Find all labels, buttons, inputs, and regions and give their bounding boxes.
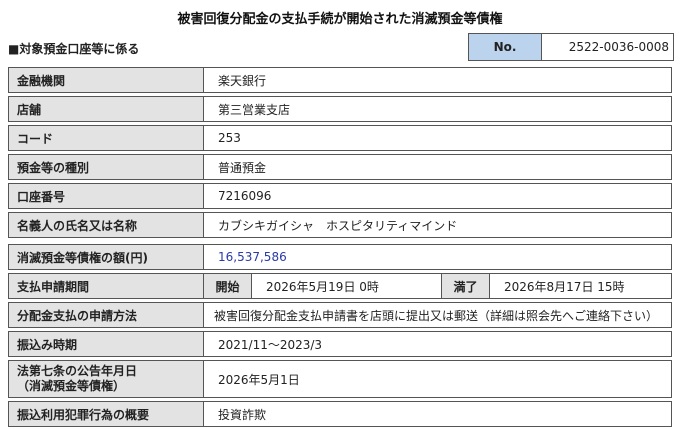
code-value: 253 [204, 125, 672, 151]
deposit-type-label: 預金等の種別 [8, 154, 204, 180]
reference-number-box: No. 2522-0036-0008 [468, 33, 674, 61]
reference-number-label: No. [469, 34, 542, 60]
branch-value: 第三営業支店 [204, 96, 672, 122]
bank-label: 金融機関 [8, 67, 204, 93]
row-branch: 店舗 第三営業支店 [8, 96, 672, 122]
row-bank: 金融機関 楽天銀行 [8, 67, 672, 93]
row-code: コード 253 [8, 125, 672, 151]
row-notice-date: 法第七条の公告年月日 （消滅預金等債権） 2026年5月1日 [8, 360, 672, 398]
row-crime-summary: 振込利用犯罪行為の概要 投資詐欺 [8, 401, 672, 427]
code-label: コード [8, 125, 204, 151]
period-end-label: 満了 [442, 273, 490, 299]
bank-value: 楽天銀行 [204, 67, 672, 93]
deposit-type-value: 普通預金 [204, 154, 672, 180]
row-account-number: 口座番号 7216096 [8, 183, 672, 209]
holder-name-value: カブシキガイシャ ホスピタリティマインド [204, 212, 672, 238]
crime-summary-label: 振込利用犯罪行為の概要 [8, 401, 204, 427]
row-holder-name: 名義人の氏名又は名称 カブシキガイシャ ホスピタリティマインド [8, 212, 672, 238]
row-application-method: 分配金支払の申請方法 被害回復分配金支払申請書を店頭に提出又は郵送（詳細は照会先… [8, 302, 672, 328]
notice-date-label-line1: 法第七条の公告年月日 [17, 364, 138, 378]
account-number-value: 7216096 [204, 183, 672, 209]
notice-date-label-line2: （消滅預金等債権） [17, 379, 126, 393]
crime-summary-value: 投資詐欺 [204, 401, 672, 427]
application-period-label: 支払申請期間 [8, 273, 204, 299]
branch-label: 店舗 [8, 96, 204, 122]
amount-label: 消滅預金等債権の額(円) [8, 244, 204, 270]
notice-date-label: 法第七条の公告年月日 （消滅預金等債権） [8, 360, 204, 398]
period-end-value: 2026年8月17日 15時 [490, 273, 672, 299]
row-transfer-period: 振込み時期 2021/11～2023/3 [8, 331, 672, 357]
amount-value: 16,537,586 [204, 244, 672, 270]
section-label: ■対象預金口座等に係る [8, 42, 140, 56]
account-number-label: 口座番号 [8, 183, 204, 209]
period-start-label: 開始 [204, 273, 252, 299]
notice-date-value: 2026年5月1日 [204, 360, 672, 398]
transfer-period-label: 振込み時期 [8, 331, 204, 357]
period-start-value: 2026年5月19日 0時 [252, 273, 442, 299]
application-method-value: 被害回復分配金支払申請書を店頭に提出又は郵送（詳細は照会先へご連絡下さい） [204, 302, 672, 328]
reference-number-value: 2522-0036-0008 [568, 40, 669, 54]
page-title: 被害回復分配金の支払手続が開始された消滅預金等債権 [177, 12, 503, 27]
application-method-label: 分配金支払の申請方法 [8, 302, 204, 328]
holder-name-label: 名義人の氏名又は名称 [8, 212, 204, 238]
row-application-period: 支払申請期間 開始 2026年5月19日 0時 満了 2026年8月17日 15… [8, 273, 672, 299]
transfer-period-value: 2021/11～2023/3 [204, 331, 672, 357]
row-deposit-type: 預金等の種別 普通預金 [8, 154, 672, 180]
row-amount: 消滅預金等債権の額(円) 16,537,586 [8, 244, 672, 270]
